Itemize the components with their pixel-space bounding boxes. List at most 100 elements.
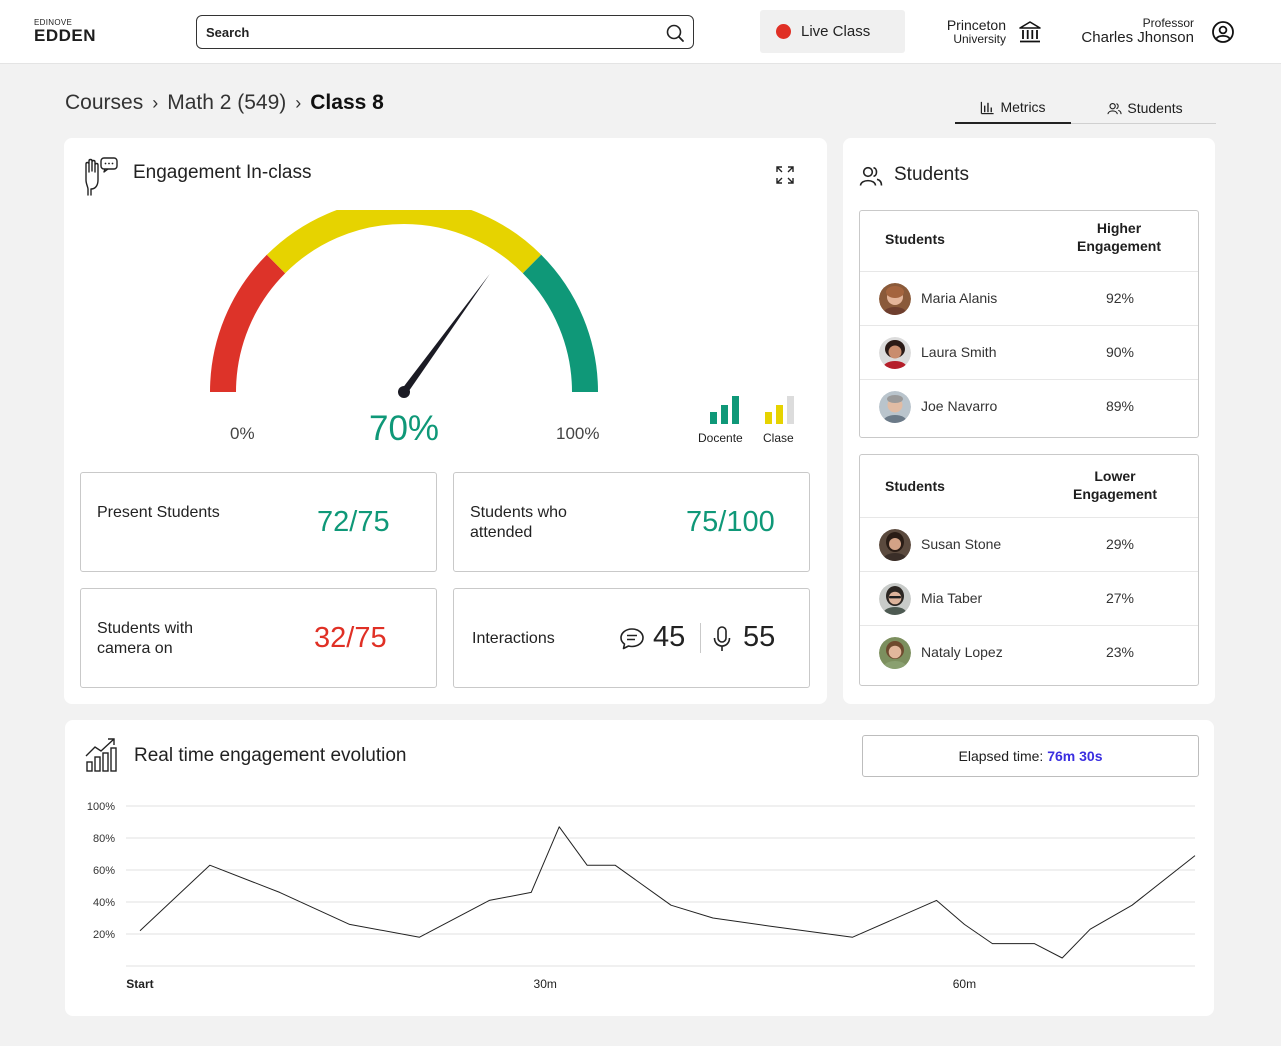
clase-bars-icon: [765, 396, 794, 424]
live-class-label: Live Class: [801, 23, 871, 40]
legend-clase: Clase: [763, 431, 794, 445]
student-name: Laura Smith: [921, 344, 997, 360]
student-name: Nataly Lopez: [921, 644, 1003, 660]
gauge-arc-low: [210, 254, 286, 393]
chat-count: 45: [653, 621, 686, 653]
student-row[interactable]: Laura Smith 90%: [860, 326, 1198, 380]
x-tick-label: 60m: [953, 977, 976, 991]
user-account-icon[interactable]: [1211, 20, 1235, 44]
breadcrumb-separator: ›: [295, 93, 302, 113]
student-row[interactable]: Mia Taber 27%: [860, 572, 1198, 626]
professor-name: Charles Jhonson: [1081, 29, 1194, 46]
breadcrumb-current: Class 8: [310, 91, 384, 114]
y-tick-label: 60%: [93, 865, 115, 877]
legend-docente: Docente: [698, 431, 743, 445]
hand-raise-icon: [85, 157, 118, 196]
students-card: Students Students Higher Engagement Mari…: [843, 138, 1215, 704]
student-name: Mia Taber: [921, 590, 983, 606]
elapsed-time-value: 76m 30s: [1047, 748, 1103, 764]
gauge-arc-mid: [266, 210, 542, 274]
avatar: [879, 637, 911, 669]
tab-metrics[interactable]: Metrics: [955, 92, 1071, 124]
student-row[interactable]: Maria Alanis 92%: [860, 272, 1198, 326]
search-input[interactable]: [206, 23, 646, 41]
camera-on-card: Students with camera on 32/75: [80, 588, 437, 688]
tab-metrics-label: Metrics: [1000, 99, 1046, 115]
app-logo[interactable]: EDINOVE EDDEN: [34, 18, 96, 45]
gauge-needle: [401, 273, 490, 395]
column-header-students: Students: [885, 231, 945, 247]
student-name: Maria Alanis: [921, 290, 998, 306]
breadcrumb-courses[interactable]: Courses: [65, 91, 143, 114]
evolution-title: Real time engagement evolution: [134, 745, 407, 766]
y-tick-label: 40%: [93, 897, 115, 909]
engagement-evolution-card: Real time engagement evolution Elapsed t…: [65, 720, 1214, 1016]
engagement-card: Engagement In-class 0% 100% 70% Docente …: [64, 138, 827, 704]
gauge-arc-high: [522, 254, 598, 393]
y-tick-label: 80%: [93, 833, 115, 845]
gauge-max-label: 100%: [556, 424, 600, 443]
student-engagement: 89%: [1105, 398, 1135, 414]
column-header-higher-engagement: Higher Engagement: [1076, 220, 1161, 254]
engagement-title: Engagement In-class: [133, 162, 312, 183]
search-box: [196, 15, 694, 49]
avatar: [879, 391, 911, 423]
view-tabs: Metrics Students: [955, 92, 1216, 124]
elapsed-time-label: Elapsed time:: [958, 748, 1044, 764]
student-engagement: 92%: [1105, 290, 1135, 306]
chat-icon: [620, 628, 644, 650]
student-row[interactable]: Nataly Lopez 23%: [860, 626, 1198, 680]
camera-on-label: Students with camera on: [97, 620, 194, 657]
avatar: [879, 337, 911, 369]
university-line2: University: [953, 32, 1006, 46]
search-icon[interactable]: [665, 23, 685, 43]
higher-engagement-table: Students Higher Engagement Maria Alanis …: [859, 210, 1199, 438]
breadcrumb-course[interactable]: Math 2 (549): [167, 91, 286, 114]
students-attended-card: Students who attended 75/100: [453, 472, 810, 572]
student-engagement: 90%: [1105, 344, 1135, 360]
university-line1: Princeton: [946, 17, 1006, 33]
lower-engagement-table: Students Lower Engagement Susan Stone 29…: [859, 454, 1199, 686]
students-title: Students: [894, 164, 969, 185]
docente-bars-icon: [710, 396, 739, 424]
student-name: Joe Navarro: [921, 398, 998, 414]
avatar: [879, 283, 911, 315]
x-tick-label: 30m: [534, 977, 557, 991]
y-tick-label: 100%: [87, 801, 115, 813]
student-engagement: 29%: [1105, 536, 1135, 552]
present-students-value: 72/75: [317, 506, 390, 538]
growth-chart-icon: [85, 738, 117, 772]
table-header: Students Lower Engagement: [860, 455, 1198, 518]
present-students-card: Present Students 72/75: [80, 472, 437, 572]
y-tick-label: 20%: [93, 929, 115, 941]
present-students-label: Present Students: [97, 504, 220, 521]
avatar: [879, 583, 911, 615]
student-engagement: 27%: [1105, 590, 1135, 606]
live-class-button[interactable]: Live Class: [760, 10, 905, 53]
users-icon: [859, 166, 883, 186]
student-name: Susan Stone: [921, 536, 1002, 552]
student-row[interactable]: Susan Stone 29%: [860, 518, 1198, 572]
interactions-label: Interactions: [472, 630, 555, 647]
microphone-icon: [713, 626, 731, 651]
camera-on-value: 32/75: [314, 622, 387, 654]
tab-students-label: Students: [1127, 100, 1183, 116]
professor-info: Professor Charles Jhonson: [1060, 16, 1194, 46]
student-engagement: 23%: [1105, 644, 1135, 660]
column-header-students: Students: [885, 478, 945, 494]
student-row[interactable]: Joe Navarro 89%: [860, 380, 1198, 434]
column-header-lower-engagement: Lower Engagement: [1072, 468, 1157, 502]
mic-count: 55: [743, 621, 776, 653]
x-tick-label: Start: [126, 977, 153, 991]
top-bar: EDINOVE EDDEN Live Class Princeton Unive…: [0, 0, 1281, 64]
expand-icon[interactable]: [776, 166, 794, 184]
university-building-icon: [1019, 21, 1041, 43]
breadcrumb: Courses › Math 2 (549) › Class 8: [65, 91, 384, 115]
bar-chart-icon: [981, 101, 995, 114]
table-header: Students Higher Engagement: [860, 211, 1198, 272]
logo-text: EDDEN: [34, 26, 97, 45]
tab-students[interactable]: Students: [1085, 92, 1205, 124]
breadcrumb-separator: ›: [152, 93, 159, 113]
elapsed-time-box: Elapsed time: 76m 30s: [862, 735, 1199, 777]
avatar: [879, 529, 911, 561]
